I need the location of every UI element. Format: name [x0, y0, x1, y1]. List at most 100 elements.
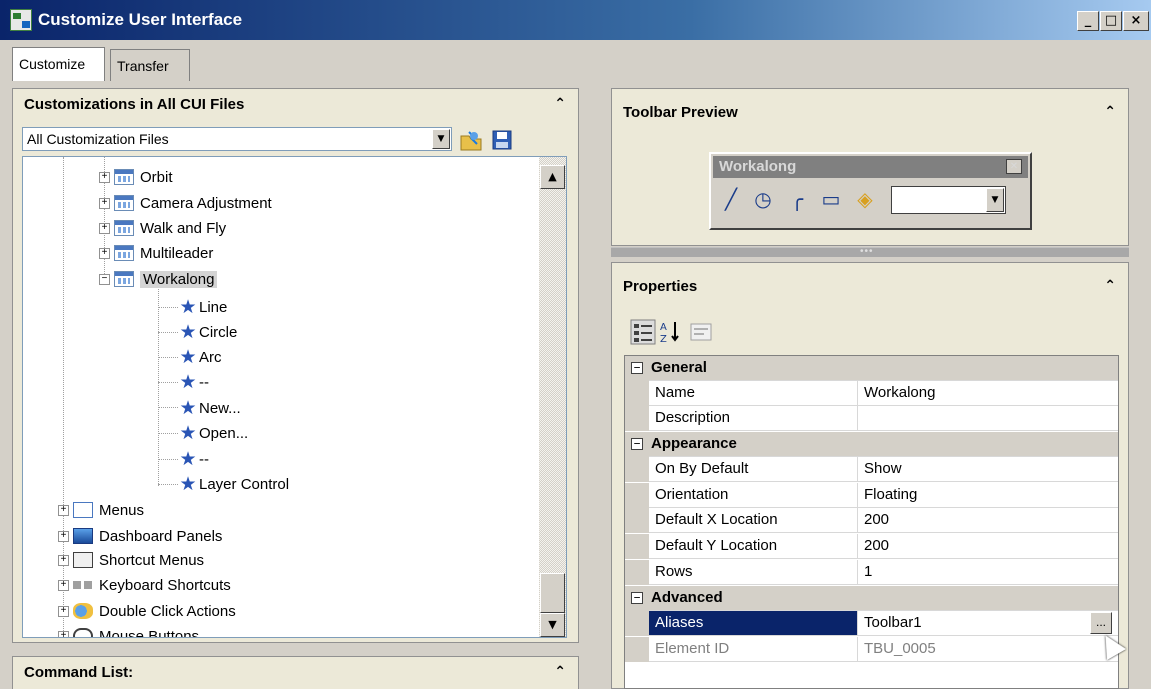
- line-tool-icon[interactable]: ╱: [717, 184, 745, 216]
- tree-item-multileader[interactable]: + Multileader: [99, 241, 213, 265]
- scroll-thumb[interactable]: [540, 573, 565, 613]
- property-name: Rows: [649, 560, 858, 584]
- ellipsis-button[interactable]: ...: [1090, 612, 1112, 634]
- tree-item-dashboard-panels[interactable]: + Dashboard Panels: [58, 524, 222, 548]
- tree-item-arc[interactable]: ★ Arc: [177, 345, 221, 369]
- category-advanced[interactable]: − Advanced: [625, 586, 1118, 611]
- property-name: Name: [649, 381, 858, 405]
- property-row-on-by-default[interactable]: On By Default Show: [625, 457, 1118, 482]
- expand-icon[interactable]: +: [58, 504, 69, 516]
- tree-item-circle[interactable]: ★ Circle: [177, 320, 237, 344]
- property-name: Description: [649, 406, 858, 430]
- tree-item-menus[interactable]: + Menus: [58, 498, 144, 522]
- expand-icon[interactable]: +: [99, 171, 110, 183]
- toolbar-preview-title: Toolbar Preview ⌃: [612, 97, 1128, 127]
- tab-transfer[interactable]: Transfer: [110, 49, 190, 81]
- new-tool-icon[interactable]: ▭: [817, 184, 845, 216]
- tree-scrollbar[interactable]: ▲ ▼: [539, 157, 566, 637]
- property-row-description[interactable]: Description: [625, 406, 1118, 431]
- customization-tree[interactable]: + Orbit + Camera Adjustment + Walk and Fly …: [22, 156, 567, 638]
- category-general[interactable]: − General: [625, 356, 1118, 381]
- scroll-down-icon[interactable]: ▼: [540, 613, 565, 637]
- panel-splitter[interactable]: •••: [611, 247, 1129, 257]
- close-button[interactable]: ×: [1123, 11, 1149, 31]
- collapse-chevron-icon[interactable]: ⌃: [554, 664, 566, 680]
- tree-item-walk-and-fly[interactable]: + Walk and Fly: [99, 216, 226, 240]
- tree-label: Walk and Fly: [140, 219, 227, 237]
- categorized-view-icon[interactable]: [630, 319, 656, 345]
- tree-label: Circle: [199, 323, 238, 341]
- property-grid[interactable]: − General Name Workalong Description − Appe…: [624, 355, 1119, 689]
- tree-item-orbit[interactable]: + Orbit: [99, 165, 173, 189]
- tree-item-line[interactable]: ★ Line: [177, 295, 227, 319]
- property-value[interactable]: Show: [858, 457, 1118, 481]
- property-value[interactable]: 200: [858, 508, 1118, 532]
- command-star-icon: ★: [179, 448, 197, 470]
- tree-item-shortcut-menus[interactable]: + Shortcut Menus: [58, 548, 204, 572]
- tree-label: Mouse Buttons: [99, 627, 200, 638]
- tree-item-keyboard-shortcuts[interactable]: + Keyboard Shortcuts: [58, 573, 231, 597]
- collapse-chevron-icon[interactable]: ⌃: [1104, 278, 1116, 294]
- dropdown-arrow-icon[interactable]: ▼: [986, 188, 1004, 212]
- scroll-up-icon[interactable]: ▲: [540, 165, 565, 189]
- svg-text:Z: Z: [660, 334, 667, 345]
- tree-label: Line: [199, 298, 228, 316]
- command-list-label: Command List:: [24, 664, 134, 681]
- property-value[interactable]: Floating: [858, 483, 1118, 507]
- expand-icon[interactable]: +: [58, 605, 69, 617]
- tree-item-separator-2[interactable]: ★ --: [177, 447, 209, 471]
- property-row-aliases[interactable]: Aliases Toolbar1...: [625, 611, 1118, 636]
- mouse-icon: [73, 628, 93, 637]
- tree-label: Keyboard Shortcuts: [99, 576, 231, 594]
- customization-file-select[interactable]: All Customization Files ▼: [22, 127, 452, 151]
- property-row-default-y[interactable]: Default Y Location 200: [625, 534, 1118, 559]
- load-partial-cui-icon[interactable]: [459, 128, 483, 152]
- expand-icon[interactable]: +: [58, 530, 69, 542]
- maximize-button[interactable]: □: [1100, 11, 1122, 31]
- expand-icon[interactable]: +: [99, 247, 110, 259]
- property-row-orientation[interactable]: Orientation Floating: [625, 483, 1118, 508]
- tree-item-layer-control[interactable]: ★ Layer Control: [177, 472, 289, 496]
- property-value[interactable]: Toolbar1: [858, 611, 1118, 635]
- expand-icon[interactable]: +: [99, 197, 110, 209]
- tree-item-double-click-actions[interactable]: + Double Click Actions: [58, 599, 236, 623]
- category-appearance[interactable]: − Appearance: [625, 432, 1118, 457]
- menu-icon: [73, 502, 93, 518]
- toolbar-preview-window: Workalong ✕ ╱ ◷ ╭ ▭ ◈ ▼: [709, 152, 1032, 230]
- dropdown-arrow-icon[interactable]: ▼: [432, 129, 450, 149]
- collapse-icon[interactable]: −: [99, 273, 110, 285]
- open-tool-icon[interactable]: ◈: [851, 184, 879, 216]
- tree-item-new[interactable]: ★ New...: [177, 396, 240, 420]
- property-row-name[interactable]: Name Workalong: [625, 381, 1118, 406]
- expand-icon[interactable]: +: [58, 579, 69, 591]
- tab-customize[interactable]: Customize: [12, 47, 105, 81]
- property-value[interactable]: 200: [858, 534, 1118, 558]
- tree-item-separator[interactable]: ★ --: [177, 370, 209, 394]
- tree-item-mouse-buttons[interactable]: + Mouse Buttons: [58, 624, 200, 638]
- tree-item-camera-adjustment[interactable]: + Camera Adjustment: [99, 191, 272, 215]
- command-star-icon: ★: [179, 346, 197, 368]
- collapse-chevron-icon[interactable]: ⌃: [554, 96, 566, 112]
- circle-tool-icon[interactable]: ◷: [749, 184, 777, 216]
- expand-icon[interactable]: +: [58, 554, 69, 566]
- expand-icon[interactable]: +: [58, 630, 69, 637]
- property-value[interactable]: [858, 406, 1118, 430]
- close-icon[interactable]: ✕: [1006, 159, 1022, 174]
- expand-icon[interactable]: +: [99, 222, 110, 234]
- property-pages-icon[interactable]: [688, 319, 714, 345]
- collapse-chevron-icon[interactable]: ⌃: [1104, 104, 1116, 120]
- property-row-default-x[interactable]: Default X Location 200: [625, 508, 1118, 533]
- save-icon[interactable]: [490, 128, 514, 152]
- layer-control-combo[interactable]: ▼: [891, 186, 1006, 214]
- property-value[interactable]: 1: [858, 560, 1118, 584]
- sort-alphabetical-icon[interactable]: AZ: [658, 319, 684, 345]
- property-row-rows[interactable]: Rows 1: [625, 560, 1118, 585]
- title-bar: Customize User Interface _ □ ×: [0, 0, 1151, 40]
- property-value[interactable]: Workalong: [858, 381, 1118, 405]
- tree-item-open[interactable]: ★ Open...: [177, 421, 248, 445]
- command-star-icon: ★: [179, 422, 197, 444]
- arc-tool-icon[interactable]: ╭: [783, 184, 811, 216]
- minimize-button[interactable]: _: [1077, 11, 1099, 31]
- tree-item-workalong[interactable]: − Workalong: [99, 267, 218, 291]
- tree-label: Multileader: [140, 244, 214, 262]
